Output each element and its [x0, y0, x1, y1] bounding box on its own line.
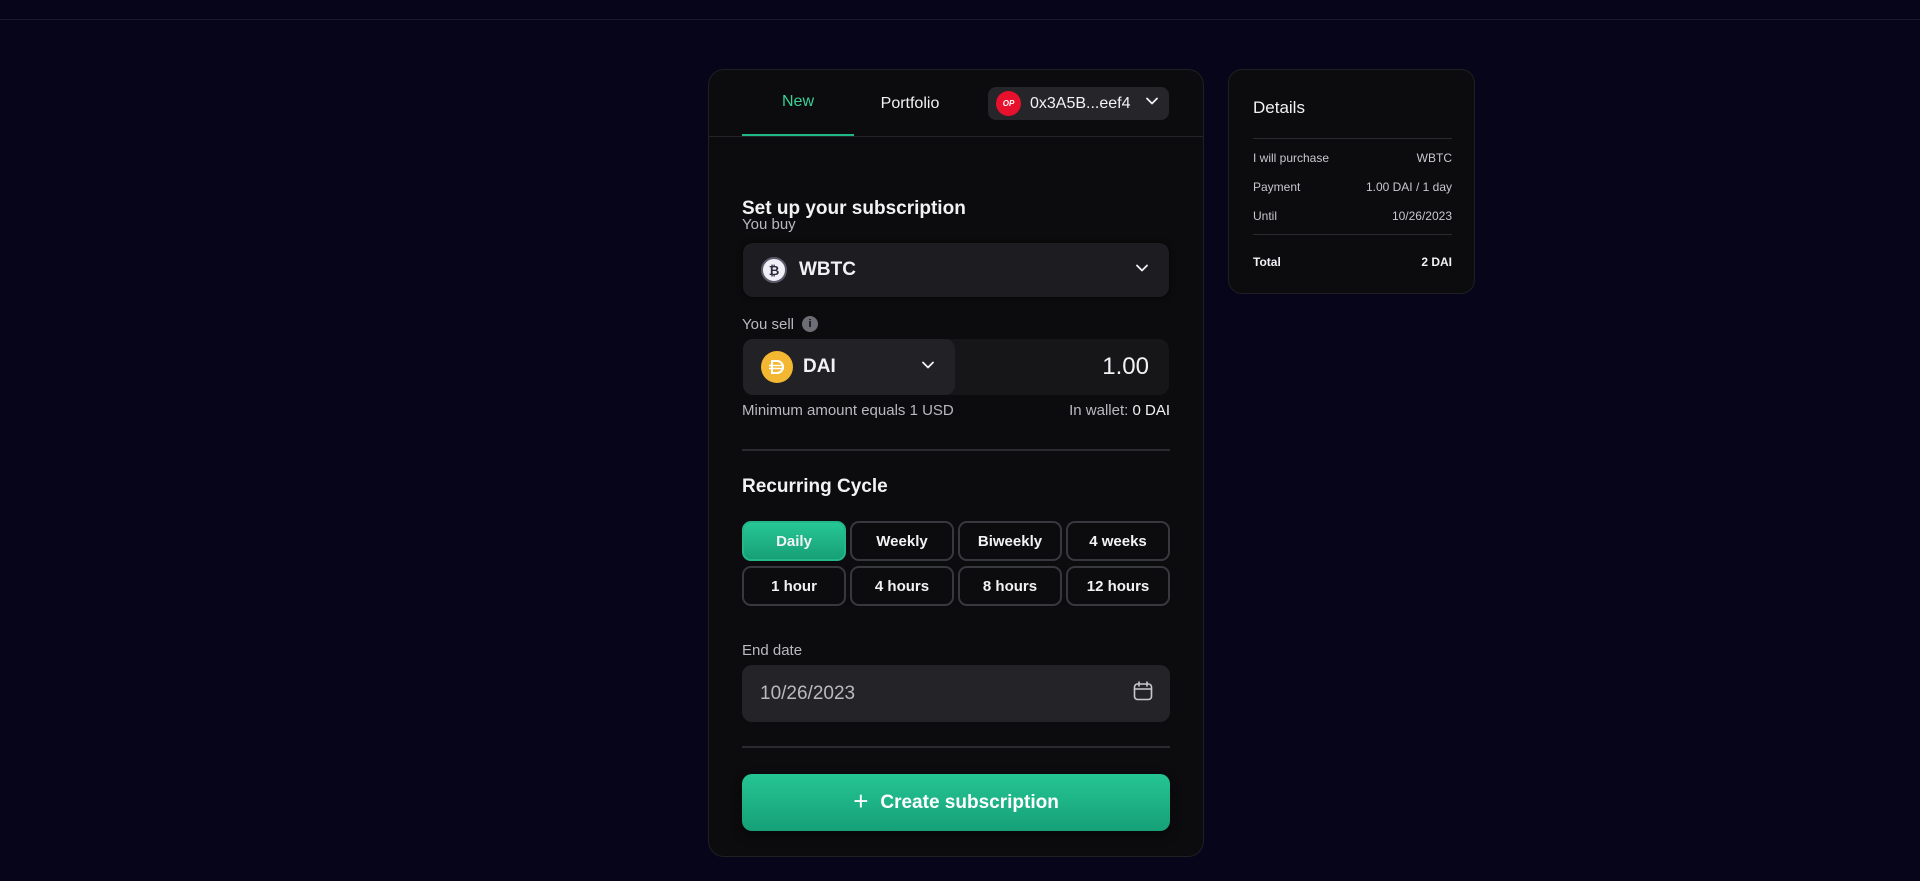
- optimism-network-icon: OP: [996, 91, 1021, 116]
- sell-row: DAI: [743, 339, 1169, 395]
- details-row-until: Until 10/26/2023: [1253, 209, 1452, 223]
- wallet-address: 0x3A5B...eef4: [1030, 94, 1131, 112]
- wallet-balance-hint: In wallet: 0 DAI: [1069, 402, 1170, 419]
- until-label: Until: [1253, 209, 1278, 223]
- details-row-purchase: I will purchase WBTC: [1253, 151, 1452, 165]
- buy-label-text: You buy: [742, 216, 796, 233]
- bitcoin-icon: ₿: [761, 257, 787, 283]
- cycle-option[interactable]: Weekly: [850, 521, 954, 561]
- subscription-card: New Portfolio OP 0x3A5B...eef4 Set up yo…: [708, 69, 1204, 857]
- payment-value: 1.00 DAI / 1 day: [1365, 180, 1452, 194]
- end-date-label: End date: [742, 642, 802, 659]
- sell-token-name: DAI: [803, 356, 836, 377]
- wallet-balance-value: 0 DAI: [1132, 402, 1170, 419]
- tab-portfolio[interactable]: Portfolio: [854, 70, 966, 137]
- total-label: Total: [1253, 255, 1281, 269]
- details-divider: [1253, 234, 1452, 235]
- cycle-option[interactable]: 12 hours: [1066, 566, 1170, 606]
- chevron-down-icon: [921, 358, 935, 377]
- cycle-options: Daily Weekly Biweekly 4 weeks 1 hour 4 h…: [742, 521, 1170, 606]
- buy-label: You buy: [742, 216, 796, 233]
- buy-token-name: WBTC: [799, 259, 856, 280]
- divider: [742, 746, 1170, 748]
- end-date-label-text: End date: [742, 642, 803, 659]
- cycle-option[interactable]: 4 hours: [850, 566, 954, 606]
- dai-icon: [761, 351, 793, 383]
- sell-label-text: You sell: [742, 316, 794, 333]
- cycle-option[interactable]: 4 weeks: [1066, 521, 1170, 561]
- details-row-payment: Payment 1.00 DAI / 1 day: [1253, 180, 1452, 194]
- sell-label: You sell i: [742, 316, 818, 333]
- info-icon[interactable]: i: [802, 316, 818, 333]
- cycle-title: Recurring Cycle: [742, 476, 888, 497]
- payment-label: Payment: [1253, 180, 1301, 194]
- total-value: 2 DAI: [1421, 255, 1452, 269]
- end-date-input[interactable]: [758, 681, 1132, 706]
- cycle-option[interactable]: Daily: [742, 521, 846, 561]
- details-panel: Details I will purchase WBTC Payment 1.0…: [1228, 69, 1475, 294]
- top-bar: [0, 0, 1920, 20]
- wallet-button[interactable]: OP 0x3A5B...eef4: [988, 87, 1169, 120]
- divider: [742, 449, 1170, 451]
- calendar-icon[interactable]: [1132, 680, 1154, 707]
- cycle-option[interactable]: 1 hour: [742, 566, 846, 606]
- plus-icon: +: [853, 786, 869, 816]
- tab-bar: New Portfolio OP 0x3A5B...eef4: [709, 70, 1203, 137]
- cycle-option[interactable]: Biweekly: [958, 521, 1062, 561]
- cycle-option[interactable]: 8 hours: [958, 566, 1062, 606]
- create-subscription-button[interactable]: + Create subscription: [742, 774, 1170, 831]
- end-date-field[interactable]: [742, 665, 1170, 722]
- buy-token-select[interactable]: ₿ WBTC: [743, 243, 1169, 297]
- sell-token-select[interactable]: DAI: [743, 339, 955, 395]
- purchase-value: WBTC: [1416, 151, 1452, 165]
- until-value: 10/26/2023: [1391, 209, 1452, 223]
- chevron-down-icon: [1135, 261, 1149, 280]
- purchase-label: I will purchase: [1253, 151, 1330, 165]
- details-row-total: Total 2 DAI: [1253, 255, 1452, 269]
- details-title: Details: [1253, 98, 1305, 117]
- sell-amount-input[interactable]: [971, 339, 1151, 395]
- wallet-balance-label: In wallet:: [1069, 402, 1129, 419]
- tab-new[interactable]: New: [742, 70, 854, 136]
- details-divider: [1253, 138, 1452, 139]
- chevron-down-icon: [1145, 94, 1159, 113]
- min-amount-hint: Minimum amount equals 1 USD: [742, 402, 954, 419]
- create-subscription-label: Create subscription: [880, 791, 1059, 813]
